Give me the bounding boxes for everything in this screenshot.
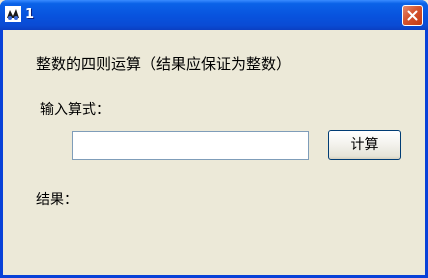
calculator-window: 1 整数的四则运算（结果应保证为整数） 输入算式： 计算 结果： (0, 0, 428, 278)
expression-label: 输入算式： (40, 102, 110, 118)
result-label: 结果： (36, 192, 78, 208)
title-bar[interactable]: 1 (0, 0, 428, 30)
close-icon (407, 10, 418, 21)
window-title: 1 (25, 7, 35, 22)
close-button[interactable] (402, 5, 423, 26)
expression-input[interactable] (72, 131, 309, 160)
page-heading: 整数的四则运算（结果应保证为整数） (36, 55, 292, 73)
app-icon (5, 6, 21, 22)
calculate-button[interactable]: 计算 (328, 130, 401, 160)
